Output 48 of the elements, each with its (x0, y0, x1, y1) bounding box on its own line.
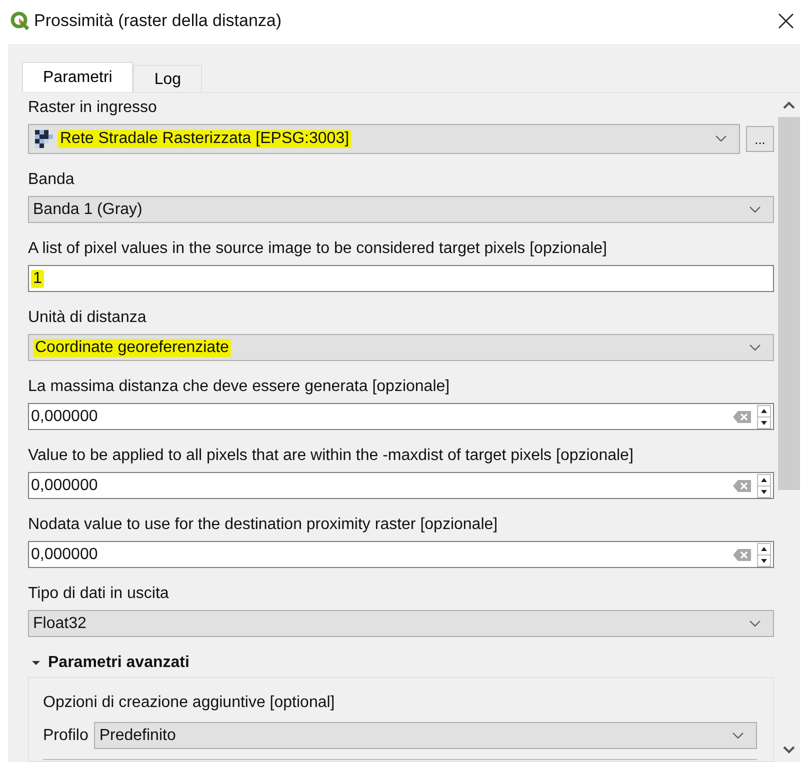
input-value: 0,000000 (31, 408, 98, 426)
triangle-down-icon[interactable] (32, 659, 40, 667)
tab[interactable]: Parametri (22, 62, 134, 92)
chevron-down-icon (749, 206, 761, 214)
spin-arrows-icon[interactable] (757, 404, 771, 428)
field-label: La massima distanza che deve essere generata [opzionale] (28, 377, 451, 397)
field-label: Unità di distanza (28, 308, 148, 328)
number-field[interactable]: 0,000000 (28, 541, 774, 568)
dropdown-value: Coordinate georeferenziate (33, 338, 231, 356)
field-label: Tipo di dati in uscita (28, 584, 170, 604)
group-title[interactable]: Parametri avanzati (48, 654, 190, 672)
browse-button[interactable]: ... (746, 126, 774, 152)
number-field[interactable]: 0,000000 (28, 472, 774, 499)
dropdown-value: Banda 1 (Gray) (33, 200, 142, 218)
chevron-down-icon (749, 620, 761, 628)
field-label: Raster in ingresso (28, 98, 158, 118)
dropdown[interactable]: Predefinito (94, 722, 757, 749)
input-value: 0,000000 (31, 546, 98, 564)
layer-dropdown[interactable]: Rete Stradale Rasterizzata [EPSG:3003] (28, 124, 740, 154)
scroll-up-icon[interactable] (783, 101, 795, 109)
field-label: Value to be applied to all pixels that are within the -maxdist of target pixels [opzionale] (28, 446, 634, 466)
number-field[interactable]: 0,000000 (28, 403, 774, 430)
field-label: Opzioni di creazione aggiuntive [optional] (43, 693, 336, 713)
field-label: A list of pixel values in the source image to be considered target pixels [opzionale] (28, 239, 608, 259)
spin-arrows-icon[interactable] (757, 542, 771, 566)
input-value: 0,000000 (31, 476, 98, 494)
field-label: Banda (28, 170, 76, 190)
app-logo-icon (10, 11, 30, 31)
scrollbar-thumb[interactable] (778, 117, 800, 490)
field-label: Nodata value to use for the destination proximity raster [opzionale] (28, 515, 499, 535)
scroll-down-icon[interactable] (783, 746, 795, 754)
chevron-down-icon (749, 344, 761, 352)
dropdown[interactable]: Banda 1 (Gray) (28, 196, 774, 223)
dropdown-value: Predefinito (99, 726, 176, 744)
field-label: Profilo (43, 726, 88, 744)
chevron-down-icon (715, 135, 727, 143)
close-icon[interactable] (778, 13, 794, 29)
dropdown[interactable]: Float32 (28, 610, 774, 637)
tab[interactable]: Log (133, 65, 202, 92)
raster-layer-icon (33, 130, 55, 148)
input-value: 1 (31, 270, 44, 288)
dropdown-value: Float32 (33, 614, 86, 632)
dropdown-value: Rete Stradale Rasterizzata [EPSG:3003] (58, 130, 352, 148)
window-title: Prossimità (raster della distanza) (34, 11, 283, 31)
spin-arrows-icon[interactable] (757, 474, 771, 498)
chevron-down-icon (732, 732, 744, 740)
dropdown[interactable]: Coordinate georeferenziate (28, 334, 774, 361)
input-field[interactable]: 1 (28, 265, 774, 292)
